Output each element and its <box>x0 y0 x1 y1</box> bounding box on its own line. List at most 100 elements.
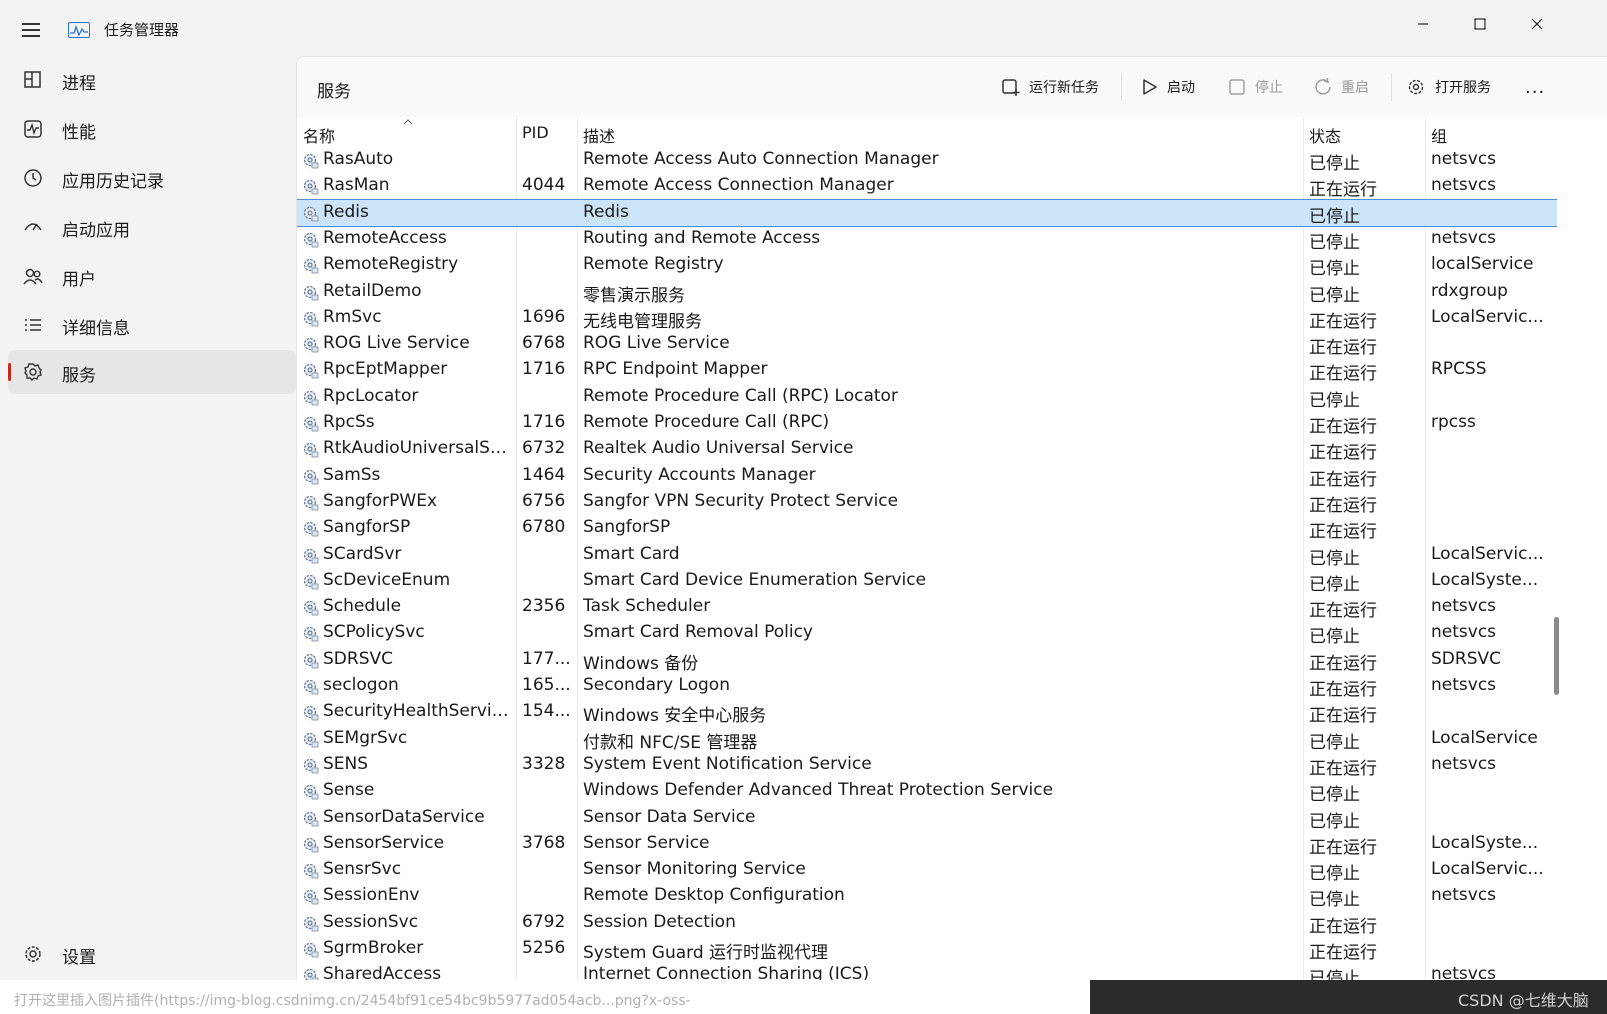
service-status: 已停止 <box>1309 285 1360 306</box>
service-description: Session Detection <box>583 911 736 932</box>
service-group: LocalSyste... <box>1431 832 1539 853</box>
table-row[interactable]: RemoteAccess Routing and Remote Access 已停止… <box>297 226 1557 253</box>
sidebar-item-performance[interactable]: 性能 <box>8 107 296 151</box>
table-row[interactable]: RmSvc 1696 无线电管理服务 正在运行 LocalServic... <box>297 305 1557 332</box>
service-name: Sense <box>323 780 375 801</box>
sidebar-item-details[interactable]: 详细信息 <box>8 303 296 347</box>
sidebar-item-users[interactable]: 用户 <box>8 254 296 298</box>
table-row[interactable]: RpcSs 1716 Remote Procedure Call (RPC) 正在运行… <box>297 410 1557 437</box>
table-row[interactable]: ScDeviceEnum Smart Card Device Enumeratio… <box>297 568 1557 595</box>
service-pid: 6768 <box>522 333 566 354</box>
service-status: 正在运行 <box>1309 680 1377 700</box>
table-row[interactable]: SgrmBroker 5256 System Guard 运行时监视代理 正在运行 <box>297 936 1557 963</box>
open-services-button[interactable]: 打开服务 <box>1405 73 1491 101</box>
start-label: 启动 <box>1167 80 1195 96</box>
service-gear-icon <box>303 495 319 511</box>
table-row[interactable]: RemoteRegistry Remote Registry 已停止 localSer… <box>297 252 1557 279</box>
table-row[interactable]: ROG Live Service 6768 ROG Live Service 正在运行 <box>297 331 1557 358</box>
toolbar-divider <box>1121 73 1122 101</box>
service-pid: 165... <box>522 675 571 695</box>
column-header-description[interactable]: 描述 <box>583 123 615 147</box>
title-bar: 任务管理器 <box>0 0 1607 56</box>
table-row[interactable]: SamSs 1464 Security Accounts Manager 正在运行 <box>297 463 1557 490</box>
service-name: RpcSs <box>323 412 375 432</box>
service-gear-icon <box>303 390 319 406</box>
service-gear-icon <box>303 469 319 484</box>
service-description: Windows 安全中心服务 <box>583 706 767 727</box>
service-name: seclogon <box>323 675 399 695</box>
sidebar-item-settings[interactable]: 设置 <box>8 932 296 976</box>
table-row[interactable]: Redis Redis 已停止 <box>297 198 1557 227</box>
table-row[interactable]: SDRSVC 177... Windows 备份 正在运行 SDRSVC <box>297 647 1557 674</box>
service-name: RemoteAccess <box>323 227 447 248</box>
close-icon[interactable] <box>1514 8 1560 40</box>
service-name: RasAuto <box>323 149 394 169</box>
table-row[interactable]: SensorDataService Sensor Data Service 已停止 <box>297 805 1557 832</box>
service-gear-icon <box>303 811 319 826</box>
sidebar-item-app-history[interactable]: 应用历史记录 <box>8 156 296 200</box>
table-row[interactable]: RasMan 4044 Remote Access Connection Manag… <box>297 173 1557 200</box>
restart-button[interactable]: 重启 <box>1313 73 1369 101</box>
table-row[interactable]: RpcEptMapper 1716 RPC Endpoint Mapper 正在运行 R… <box>297 357 1557 385</box>
run-new-task-button[interactable]: 运行新任务 <box>1001 73 1099 101</box>
column-header-pid[interactable]: PID <box>522 123 549 142</box>
service-description: 无线电管理服务 <box>583 311 702 332</box>
table-row[interactable]: RasAuto Remote Access Auto Connection Man… <box>297 147 1557 174</box>
table-row[interactable]: Sense Windows Defender Advanced Threat Pr… <box>297 778 1557 805</box>
table-row[interactable]: RpcLocator Remote Procedure Call (RPC) Lo… <box>297 384 1557 411</box>
table-row[interactable]: SangforPWEx 6756 Sangfor VPN Security Prot… <box>297 489 1557 516</box>
sidebar-item-startup-apps[interactable]: 启动应用 <box>8 205 296 249</box>
service-status: 正在运行 <box>1309 443 1377 464</box>
table-row[interactable]: SangforSP 6780 SangforSP 正在运行 <box>297 515 1557 542</box>
stop-button[interactable]: 停止 <box>1227 73 1283 101</box>
services-table-body: RasAuto Remote Access Auto Connection Man… <box>297 147 1557 987</box>
table-row[interactable]: RtkAudioUniversalSer... 6732 Realtek Audio… <box>297 436 1557 464</box>
service-name: RtkAudioUniversalSer... <box>323 438 511 459</box>
minimize-icon[interactable] <box>1400 8 1446 40</box>
service-status: 已停止 <box>1309 732 1360 753</box>
table-row[interactable]: Schedule 2356 Task Scheduler 正在运行 netsvcs <box>297 594 1557 621</box>
service-pid: 6732 <box>522 438 566 459</box>
more-options-button[interactable]: ... <box>1525 73 1545 101</box>
sort-ascending-icon <box>403 119 413 125</box>
task-manager-window: 任务管理器 进程 性能 应用历史记录 启动应用 用户 详细信息 服务 设置 服务… <box>0 0 1607 1014</box>
table-row[interactable]: SCardSvr Smart Card 已停止 LocalServic... <box>297 542 1557 569</box>
service-gear-icon <box>303 863 319 879</box>
table-row[interactable]: RetailDemo 零售演示服务 已停止 rdxgroup <box>297 279 1557 306</box>
table-row[interactable]: seclogon 165... Secondary Logon 正在运行 netsvcs <box>297 673 1557 700</box>
sidebar-item-processes[interactable]: 进程 <box>8 58 296 102</box>
service-gear-icon <box>303 574 319 590</box>
service-status: 已停止 <box>1309 890 1360 911</box>
column-header-status[interactable]: 状态 <box>1309 123 1341 147</box>
sidebar-item-services[interactable]: 服务 <box>8 350 296 394</box>
table-row[interactable]: SensorService 3768 Sensor Service 正在运行 Local… <box>297 831 1557 858</box>
service-name: Redis <box>323 201 369 222</box>
service-group: netsvcs <box>1431 227 1497 248</box>
start-button[interactable]: 启动 <box>1139 73 1195 101</box>
table-row[interactable]: SecurityHealthService 154... Windows 安全中心服… <box>297 699 1557 727</box>
service-description: Redis <box>583 201 629 222</box>
menu-icon[interactable] <box>18 18 46 42</box>
table-row[interactable]: SENS 3328 System Event Notification Servic… <box>297 752 1557 779</box>
users-icon <box>23 268 43 285</box>
service-description: Sensor Service <box>583 832 710 853</box>
column-header-group[interactable]: 组 <box>1431 123 1447 147</box>
table-row[interactable]: SessionEnv Remote Desktop Configuration 已停… <box>297 883 1557 911</box>
column-header-name[interactable]: 名称 <box>303 123 335 147</box>
service-description: Remote Access Auto Connection Manager <box>583 149 939 169</box>
vertical-scrollbar[interactable] <box>1554 617 1559 695</box>
service-group: LocalServic... <box>1431 306 1544 327</box>
service-gear-icon <box>303 285 319 300</box>
table-row[interactable]: SessionSvc 6792 Session Detection 正在运行 <box>297 910 1557 937</box>
service-name: RmSvc <box>323 306 382 327</box>
table-row[interactable]: SEMgrSvc 付款和 NFC/SE 管理器 已停止 LocalService <box>297 726 1557 753</box>
table-row[interactable]: SensrSvc Sensor Monitoring Service 已停止 Loca… <box>297 857 1557 884</box>
table-row[interactable]: SCPolicySvc Smart Card Removal Policy 已停止 n… <box>297 620 1557 647</box>
service-gear-icon <box>303 600 319 616</box>
service-gear-icon <box>303 416 319 432</box>
service-name: ROG Live Service <box>323 333 470 354</box>
sidebar-item-label: 性能 <box>62 123 96 143</box>
service-status: 正在运行 <box>1309 364 1377 385</box>
service-status: 正在运行 <box>1309 311 1377 332</box>
maximize-icon[interactable] <box>1457 8 1503 40</box>
